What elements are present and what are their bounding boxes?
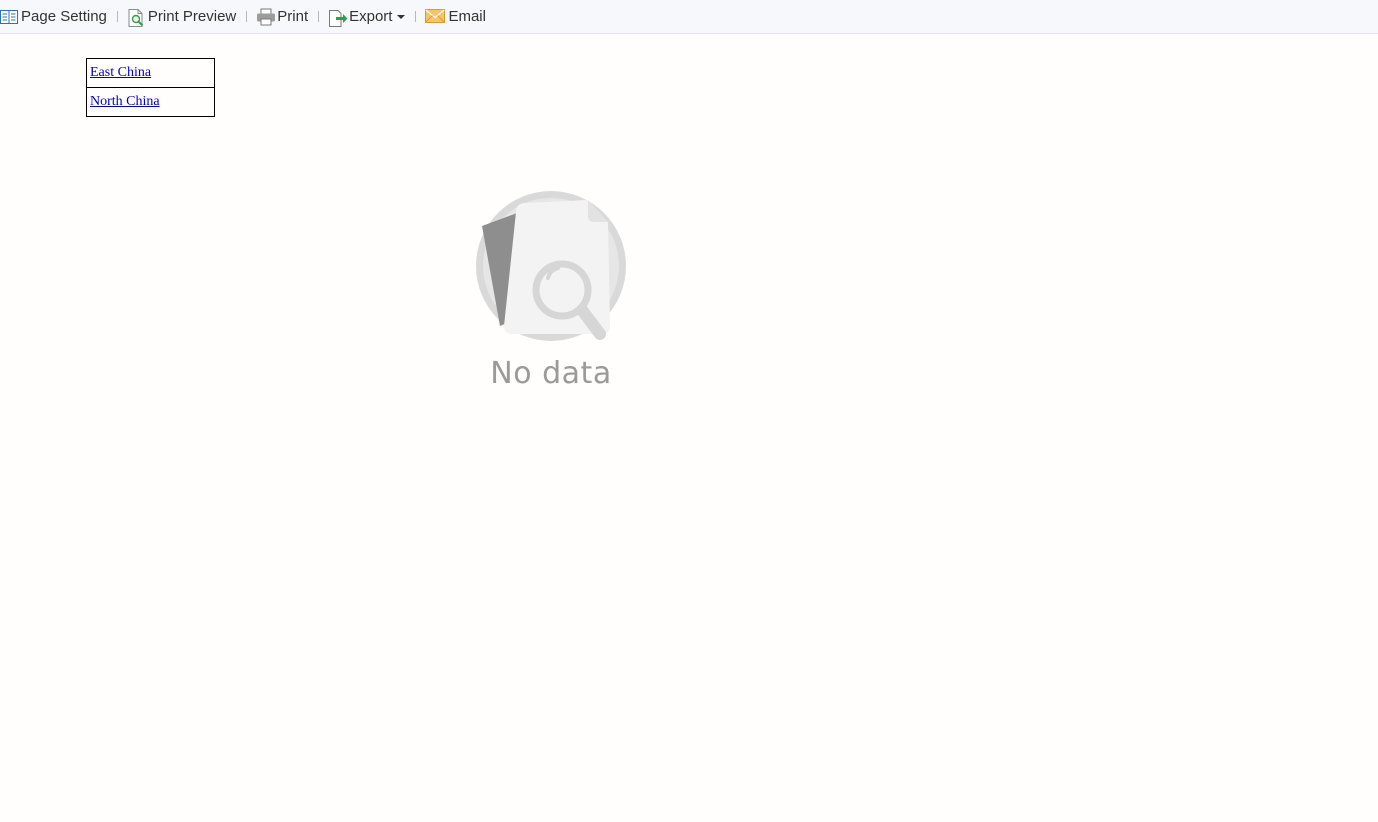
no-data-illustration [476, 191, 626, 341]
print-label: Print [277, 8, 309, 25]
printer-icon [256, 8, 276, 26]
table-cell: East China [86, 58, 215, 88]
report-toolbar: Page Setting Print Preview Print Export … [0, 0, 1378, 34]
export-button[interactable]: Export [328, 5, 406, 29]
toolbar-separator [415, 11, 417, 22]
page-setting-icon [0, 8, 18, 26]
region-table: East China North China [86, 58, 215, 117]
empty-state: No data [470, 186, 632, 391]
table-row: North China [86, 87, 215, 117]
email-button[interactable]: Email [425, 5, 486, 29]
print-preview-label: Print Preview [147, 8, 237, 25]
chevron-down-icon[interactable] [397, 14, 406, 19]
toolbar-separator [246, 11, 248, 22]
page-setting-label: Page Setting [21, 8, 107, 25]
no-data-text: No data [490, 356, 612, 391]
print-preview-icon [127, 8, 145, 27]
envelope-icon [425, 8, 446, 26]
table-row: East China [86, 58, 215, 88]
print-button[interactable]: Print [256, 5, 308, 29]
region-link-north-china[interactable]: North China [90, 94, 160, 109]
table-cell: North China [86, 87, 215, 117]
page-setting-button[interactable]: Page Setting [0, 5, 107, 29]
export-icon [328, 8, 348, 27]
export-label: Export [349, 8, 393, 25]
toolbar-separator [318, 11, 320, 22]
print-preview-button[interactable]: Print Preview [127, 5, 236, 29]
toolbar-separator [116, 11, 118, 22]
region-link-east-china[interactable]: East China [90, 65, 151, 80]
email-label: Email [448, 8, 486, 25]
